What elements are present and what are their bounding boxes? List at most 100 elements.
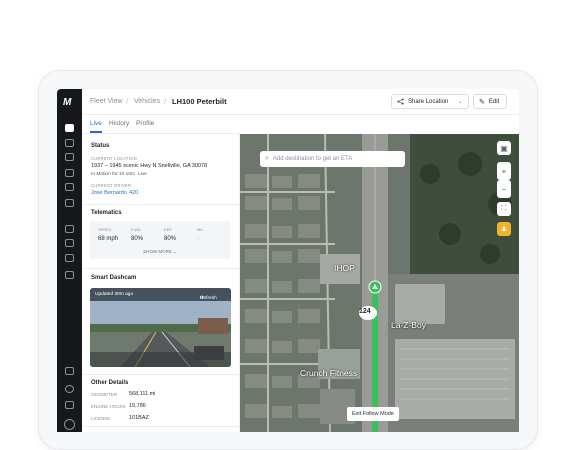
poi-crunch-fitness[interactable]: Crunch Fitness [300, 368, 357, 378]
help-nav-icon[interactable] [65, 385, 74, 393]
destination-search-input[interactable]: ⌕ Add destination to get an ETA [260, 151, 405, 167]
map-nav-icon[interactable] [65, 124, 74, 132]
odometer-value: 568,111 mi [129, 391, 156, 397]
def-value: 80% [164, 236, 177, 242]
lazboy-label: La-Z-Boy [391, 320, 426, 330]
def-label: DEF [164, 227, 172, 232]
wrench-nav-icon[interactable] [65, 183, 74, 191]
shield-nav-icon[interactable] [65, 153, 74, 161]
share-icon [397, 98, 404, 105]
license-value: 101BAZ [129, 415, 149, 421]
telematics-card: SPEED 68 mph FUEL 80% DEF 80% MIL ◌ SHOW… [90, 221, 230, 259]
telematics-title: Telematics [91, 210, 122, 216]
app-screen: M Fleet View / Vehicles / LH100 Peterbil… [57, 89, 519, 432]
current-driver-label: CURRENT DRIVER [91, 183, 132, 188]
fuel-label: FUEL [131, 227, 142, 232]
share-location-button[interactable]: Share Location ⌄ [391, 94, 469, 109]
refresh-label: Refresh [200, 296, 217, 301]
divider [82, 204, 239, 205]
minus-icon: − [501, 184, 507, 194]
divider [82, 268, 239, 269]
license-label: LICENSE [91, 416, 111, 421]
brand-logo: M [63, 97, 72, 108]
bag-nav-icon[interactable] [65, 271, 74, 279]
pencil-icon: ✎ [479, 98, 485, 106]
show-more-label: SHOW MORE [143, 249, 172, 254]
report-nav-icon[interactable] [65, 239, 74, 247]
engine-hours-value: 19,786 [129, 403, 146, 409]
current-location-label: CURRENT LOCATION [91, 156, 137, 161]
active-tab-indicator [90, 131, 102, 133]
dashcam-status-bar: Updated 30m ago ⟳ Refresh [90, 288, 231, 301]
edit-button[interactable]: ✎ Edit [473, 94, 507, 109]
mil-label: MIL [197, 227, 204, 232]
divider [82, 426, 239, 427]
street-view-button[interactable]: ♟ [497, 222, 511, 236]
edit-label: Edit [488, 98, 500, 105]
fuel-value: 80% [131, 236, 144, 242]
driver-name-link[interactable]: Jose Bernardo [91, 190, 127, 196]
nav-rail: M [57, 89, 82, 432]
smart-dashcam-title: Smart Dashcam [91, 275, 137, 281]
speed-stat: SPEED 68 mph [98, 227, 118, 242]
detail-tabs: Live History Profile [82, 115, 240, 134]
satellite-map[interactable]: ⌕ Add destination to get an ETA ▣ + − ⛶ … [240, 134, 519, 432]
layers-icon: ▣ [500, 143, 508, 153]
breadcrumb-separator: / [164, 97, 167, 106]
plus-icon: + [501, 166, 507, 176]
trailer-nav-icon[interactable] [65, 225, 74, 233]
zoom-in-button[interactable]: + [497, 162, 511, 180]
breadcrumb-separator: / [126, 97, 129, 106]
vehicle-marker[interactable]: 124 [359, 308, 371, 315]
zoom-out-button[interactable]: − [497, 180, 511, 198]
def-stat: DEF 80% [164, 227, 176, 242]
map-layers-button[interactable]: ▣ [497, 141, 511, 155]
engine-light-icon: ◌ [197, 236, 200, 242]
fullscreen-button[interactable]: ⛶ [497, 202, 511, 216]
ihop-label: IHOP [334, 263, 355, 273]
map-imagery [240, 134, 519, 432]
breadcrumb-fleet-view[interactable]: Fleet View [90, 98, 123, 105]
top-bar: Fleet View / Vehicles / LH100 Peterbilt … [82, 89, 519, 115]
exit-follow-mode-button[interactable]: Exit Follow Mode [347, 407, 399, 421]
engine-hours-label: ENGINE HOURS [91, 404, 126, 409]
motion-status: In Motion for 1h 10m [91, 172, 135, 177]
destination-search-placeholder: Add destination to get an ETA [272, 156, 353, 162]
driver-id[interactable]: 420 [129, 190, 138, 196]
chevron-down-icon: ⌄ [457, 99, 463, 105]
dashcam-updated: Updated 30m ago [95, 292, 134, 297]
share-location-label: Share Location [408, 98, 449, 105]
current-location-value: 1937 – 1945 scenic Hwy N Snellville, GA … [91, 163, 208, 169]
dashcam-preview[interactable]: Updated 30m ago ⟳ Refresh [90, 288, 231, 367]
crunch-fitness-label: Crunch Fitness [300, 368, 358, 378]
avatar[interactable] [64, 419, 75, 430]
tab-history[interactable]: History [109, 120, 129, 127]
tab-profile[interactable]: Profile [136, 120, 154, 127]
divider [82, 374, 239, 375]
bell-nav-icon[interactable] [65, 401, 74, 409]
poi-ihop[interactable]: IHOP [334, 263, 355, 273]
document-nav-icon[interactable] [65, 169, 74, 177]
search-icon: ⌕ [265, 155, 269, 162]
tab-live[interactable]: Live [90, 120, 102, 127]
breadcrumb-vehicles[interactable]: Vehicles [134, 98, 160, 105]
truck-nav-icon[interactable] [65, 199, 74, 207]
poi-lazboy[interactable]: La-Z-Boy [391, 320, 426, 330]
speed-label: SPEED [98, 227, 112, 232]
vehicle-marker-label: 124 [359, 308, 371, 315]
fuel-stat: FUEL 80% [131, 227, 143, 242]
chevron-down-icon: ⌄ [173, 249, 177, 254]
details-panel: Status CURRENT LOCATION 1937 – 1945 scen… [82, 134, 240, 432]
odometer-label: ODOMETER [91, 392, 118, 397]
speed-value: 68 mph [98, 236, 119, 242]
fuel-nav-icon[interactable] [65, 254, 74, 262]
users-nav-icon[interactable] [65, 367, 74, 375]
other-details-title: Other Details [91, 380, 129, 386]
show-more-button[interactable]: SHOW MORE ⌄ [90, 249, 230, 255]
exit-follow-mode-label: Exit Follow Mode [352, 411, 394, 417]
live-badge: Live [138, 172, 147, 177]
page-title: LH100 Peterbilt [172, 97, 227, 106]
status-title: Status [91, 143, 110, 149]
mil-stat: MIL ◌ [197, 227, 204, 242]
list-nav-icon[interactable] [65, 139, 74, 147]
